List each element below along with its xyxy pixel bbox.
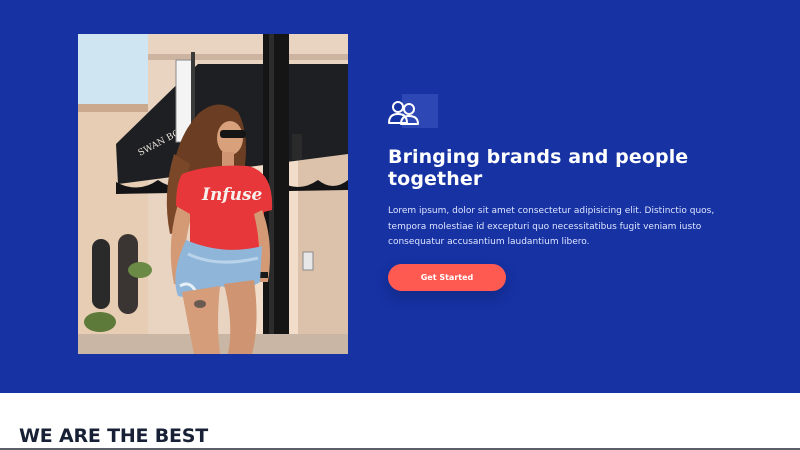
hero-heading: Bringing brands and people together bbox=[388, 146, 689, 190]
hero-content: Bringing brands and people together Lore… bbox=[388, 94, 748, 251]
get-started-button[interactable]: Get Started bbox=[388, 264, 506, 291]
people-icon bbox=[388, 101, 419, 125]
section-title: WE ARE THE BEST bbox=[19, 425, 209, 447]
hero-description: Lorem ipsum, dolor sit amet consectetur … bbox=[388, 206, 715, 247]
hero-photo: SWAN BOUTIQUE Infuse bbox=[78, 34, 348, 354]
feature-icon-container bbox=[388, 94, 440, 130]
shirt-text: Infuse bbox=[201, 185, 263, 205]
scrollbar[interactable] bbox=[795, 0, 800, 450]
